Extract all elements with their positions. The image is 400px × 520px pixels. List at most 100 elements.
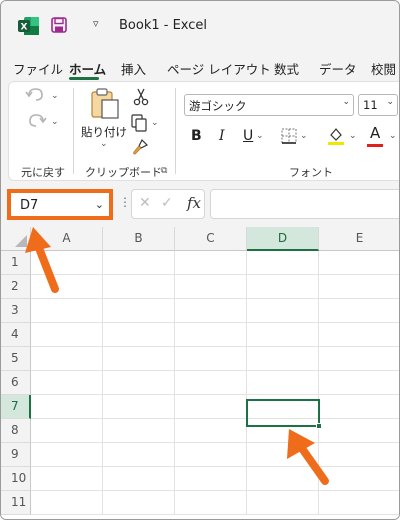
tab-file[interactable]: ファイル [13,59,63,78]
cell-e6[interactable] [319,371,399,395]
redo-icon[interactable] [25,112,47,132]
cell-c3[interactable] [175,299,247,323]
cell-d1[interactable] [247,251,319,275]
cell-c6[interactable] [175,371,247,395]
cell-c4[interactable] [175,323,247,347]
enter-icon[interactable]: ✓ [161,195,173,211]
paste-button-label[interactable]: 貼り付け [81,124,127,140]
fill-color-icon[interactable] [327,126,345,146]
more-options-icon[interactable]: ⋮ [119,195,131,209]
tab-formulas[interactable]: 数式 [274,59,299,78]
name-box[interactable]: D7 ⌄ [7,189,113,220]
save-icon[interactable] [51,17,67,33]
fill-color-dropdown-icon[interactable]: ⌄ [349,131,357,141]
copy-dropdown-icon[interactable]: ⌄ [151,118,159,128]
tab-data[interactable]: データ [319,59,357,78]
insert-function-button[interactable]: fx [187,194,201,212]
cell-b3[interactable] [103,299,175,323]
column-header-c[interactable]: C [175,227,247,251]
formula-input[interactable] [210,189,399,219]
cell-d5[interactable] [247,347,319,371]
undo-icon[interactable] [25,86,47,106]
paste-dropdown-icon[interactable]: ⌄ [100,139,108,149]
chevron-down-icon[interactable]: ⌄ [95,198,104,211]
cell-a8[interactable] [31,419,103,443]
paste-icon[interactable] [89,88,121,120]
row-header-3[interactable]: 3 [1,299,31,323]
cell-e4[interactable] [319,323,399,347]
cell-b4[interactable] [103,323,175,347]
cell-b9[interactable] [103,443,175,467]
cell-b2[interactable] [103,275,175,299]
row-header-7[interactable]: 7 [1,395,31,419]
redo-dropdown-icon[interactable]: ⌄ [51,117,59,127]
undo-dropdown-icon[interactable]: ⌄ [51,91,59,101]
underline-button[interactable]: U [243,128,253,144]
row-header-11[interactable]: 11 [1,491,31,515]
cell-e5[interactable] [319,347,399,371]
cell-c1[interactable] [175,251,247,275]
tab-review[interactable]: 校閲 [371,59,396,78]
excel-logo-icon[interactable]: X [18,16,40,36]
cell-b6[interactable] [103,371,175,395]
tab-insert[interactable]: 挿入 [121,59,146,78]
font-name-select[interactable]: 游ゴシック ⌄ [184,94,354,116]
cell-d3[interactable] [247,299,319,323]
cell-a5[interactable] [31,347,103,371]
font-color-button[interactable]: A [370,124,380,142]
cell-e1[interactable] [319,251,399,275]
cell-d2[interactable] [247,275,319,299]
row-header-4[interactable]: 4 [1,323,31,347]
cell-c9[interactable] [175,443,247,467]
cell-a7[interactable] [31,395,103,419]
brush-icon[interactable] [131,138,149,156]
cell-e7[interactable] [319,395,399,419]
cell-c11[interactable] [175,491,247,515]
column-header-e[interactable]: E [319,227,399,251]
row-header-8[interactable]: 8 [1,419,31,443]
tab-page-layout[interactable]: ページ レイアウト [167,59,271,78]
row-header-5[interactable]: 5 [1,347,31,371]
qat-customize-icon[interactable]: ▿ [93,17,99,30]
cell-b1[interactable] [103,251,175,275]
bold-button[interactable]: B [191,128,202,144]
cell-c5[interactable] [175,347,247,371]
row-header-6[interactable]: 6 [1,371,31,395]
cell-a4[interactable] [31,323,103,347]
tab-home[interactable]: ホーム [69,59,106,78]
font-color-dropdown-icon[interactable]: ⌄ [389,131,397,141]
cell-b10[interactable] [103,467,175,491]
cell-a9[interactable] [31,443,103,467]
cell-e3[interactable] [319,299,399,323]
cell-e11[interactable] [319,491,399,515]
cell-c10[interactable] [175,467,247,491]
active-cell-d7[interactable] [246,399,322,429]
font-size-select[interactable]: 11 ⌄ [358,94,398,116]
column-header-d[interactable]: D [247,227,319,251]
cell-e2[interactable] [319,275,399,299]
row-header-9[interactable]: 9 [1,443,31,467]
cell-b11[interactable] [103,491,175,515]
border-dropdown-icon[interactable]: ⌄ [300,131,308,141]
row-header-10[interactable]: 10 [1,467,31,491]
cell-c7[interactable] [175,395,247,419]
cell-b8[interactable] [103,419,175,443]
cell-d6[interactable] [247,371,319,395]
cancel-icon[interactable]: ✕ [139,195,151,211]
cell-d4[interactable] [247,323,319,347]
cell-c8[interactable] [175,419,247,443]
cell-a10[interactable] [31,467,103,491]
cell-d11[interactable] [247,491,319,515]
cell-a6[interactable] [31,371,103,395]
cell-b5[interactable] [103,347,175,371]
clipboard-dialog-launcher-icon[interactable]: ⧉ [161,166,167,176]
cell-b7[interactable] [103,395,175,419]
scissors-icon[interactable] [133,88,149,106]
italic-button[interactable]: I [219,128,225,144]
cell-c2[interactable] [175,275,247,299]
underline-dropdown-icon[interactable]: ⌄ [256,131,264,141]
copy-icon[interactable] [131,114,147,132]
cell-a3[interactable] [31,299,103,323]
column-header-b[interactable]: B [103,227,175,251]
cell-a11[interactable] [31,491,103,515]
